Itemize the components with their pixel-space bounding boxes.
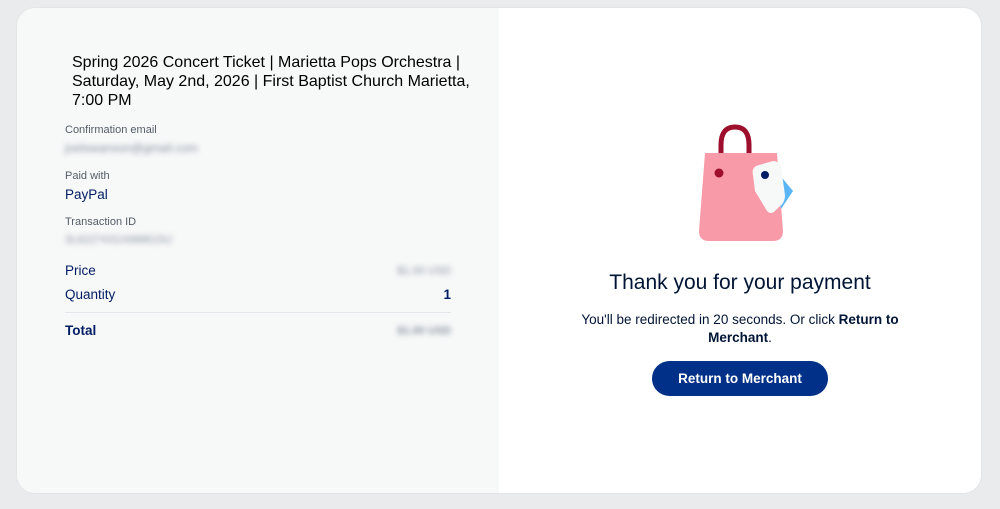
price-label: Price [65,263,96,278]
paid-with-label: Paid with [65,170,110,182]
summary-divider [65,312,451,313]
item-title: Spring 2026 Concert Ticket | Marietta Po… [72,54,470,109]
price-value: $1.00 USD [397,265,451,277]
redirect-prefix: You'll be redirected in 20 seconds. Or c… [581,312,839,327]
total-value: $1.00 USD [397,325,451,337]
confirmation-panel: Thank you for your payment You'll be red… [499,8,981,493]
paid-with-value: PayPal [65,187,108,202]
quantity-label: Quantity [65,287,116,302]
quantity-row: Quantity 1 [65,287,451,302]
quantity-value: 1 [443,287,451,302]
confirmation-email-label: Confirmation email [65,124,157,136]
thank-you-heading: Thank you for your payment [609,271,871,294]
confirmation-email-value: joelswanson@gmail.com [65,141,198,155]
return-to-merchant-button[interactable]: Return to Merchant [652,361,828,396]
redirect-message: You'll be redirected in 20 seconds. Or c… [570,311,910,347]
transaction-id-value: 3L6227431X688615U [65,234,173,246]
checkout-card: Spring 2026 Concert Ticket | Marietta Po… [17,8,981,493]
order-summary-panel: Spring 2026 Concert Ticket | Marietta Po… [17,8,499,493]
redirect-suffix: . [768,330,772,345]
price-row: Price $1.00 USD [65,263,451,278]
transaction-id-label: Transaction ID [65,216,137,228]
total-label: Total [65,323,97,338]
shopping-bag-with-tag-icon [699,124,793,241]
total-row: Total $1.00 USD [65,323,451,338]
